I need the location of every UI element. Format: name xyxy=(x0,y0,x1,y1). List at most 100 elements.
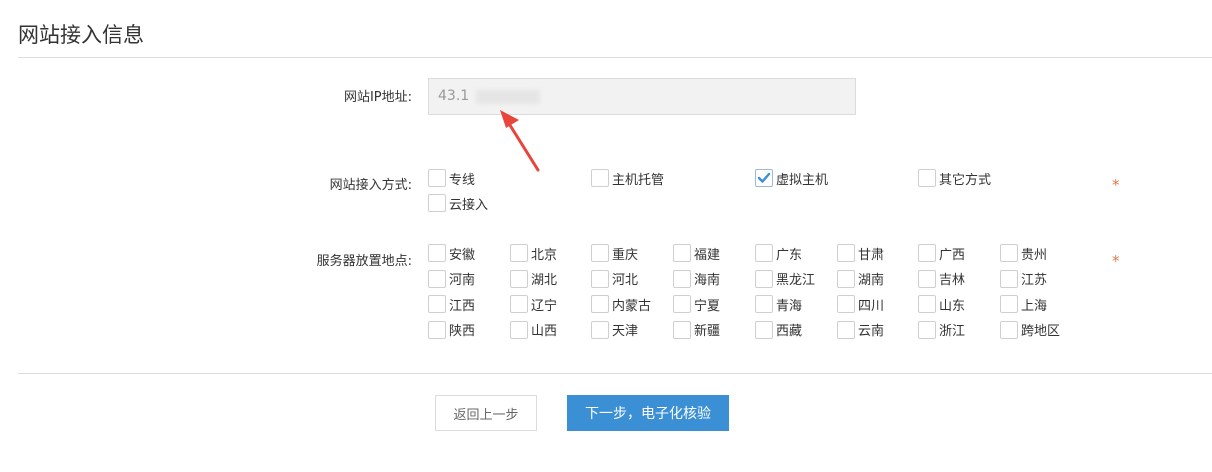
checkbox[interactable] xyxy=(755,269,773,288)
checkbox[interactable] xyxy=(755,244,773,262)
option-location-20[interactable]: 青海 xyxy=(755,293,802,315)
option-location-9[interactable]: 湖北 xyxy=(510,268,557,290)
website-access-info-page: 网站接入信息 网站IP地址: 43.1 网站接入方式: 专线 主机托管 虚拟主机 其它… xyxy=(0,0,1212,472)
access-method-required-mark: * xyxy=(1112,176,1120,194)
checkbox[interactable] xyxy=(837,320,855,339)
checkbox[interactable] xyxy=(837,244,855,262)
back-button[interactable]: 返回上一步 xyxy=(435,395,537,431)
checkbox[interactable] xyxy=(1000,295,1018,313)
server-location-label: 服务器放置地点: xyxy=(316,254,412,269)
next-step-verify-button[interactable]: 下一步，电子化核验 xyxy=(567,395,729,431)
checkbox[interactable] xyxy=(428,269,446,288)
checkbox[interactable] xyxy=(755,320,773,339)
option-label: 北京 xyxy=(531,247,558,263)
option-access-3[interactable]: 其它方式 xyxy=(918,167,991,189)
option-label: 主机托管 xyxy=(612,172,665,188)
option-label: 云接入 xyxy=(449,197,489,213)
checkbox[interactable] xyxy=(510,269,528,288)
option-label: 上海 xyxy=(1021,298,1048,314)
checkbox[interactable] xyxy=(755,169,773,187)
checkbox[interactable] xyxy=(428,295,446,313)
access-method-label: 网站接入方式: xyxy=(329,178,412,193)
option-location-22[interactable]: 山东 xyxy=(918,293,965,315)
ip-address-value: 43.1 xyxy=(438,88,470,104)
checkbox[interactable] xyxy=(918,295,936,313)
option-location-12[interactable]: 黑龙江 xyxy=(755,268,815,290)
checkbox[interactable] xyxy=(918,320,936,339)
option-location-2[interactable]: 重庆 xyxy=(591,242,638,264)
option-access-4[interactable]: 云接入 xyxy=(428,192,488,214)
option-label: 重庆 xyxy=(612,247,639,263)
option-location-10[interactable]: 河北 xyxy=(591,268,638,290)
ip-label: 网站IP地址: xyxy=(343,90,412,105)
checkbox[interactable] xyxy=(510,320,528,339)
option-location-1[interactable]: 北京 xyxy=(510,242,557,264)
option-location-3[interactable]: 福建 xyxy=(673,242,720,264)
option-location-26[interactable]: 天津 xyxy=(591,319,638,341)
option-location-7[interactable]: 贵州 xyxy=(1000,242,1047,264)
checkbox[interactable] xyxy=(591,244,609,262)
checkbox[interactable] xyxy=(755,295,773,313)
option-access-1[interactable]: 主机托管 xyxy=(591,167,664,189)
checkbox[interactable] xyxy=(837,269,855,288)
option-label: 专线 xyxy=(449,172,476,188)
option-location-19[interactable]: 宁夏 xyxy=(673,293,720,315)
option-location-15[interactable]: 江苏 xyxy=(1000,268,1047,290)
checkbox[interactable] xyxy=(428,244,446,262)
option-location-5[interactable]: 甘肃 xyxy=(837,242,884,264)
checkbox[interactable] xyxy=(591,320,609,339)
option-location-6[interactable]: 广西 xyxy=(918,242,965,264)
checkbox[interactable] xyxy=(918,244,936,262)
checkbox[interactable] xyxy=(673,295,691,313)
option-location-31[interactable]: 跨地区 xyxy=(1000,319,1060,341)
checkbox[interactable] xyxy=(428,194,446,212)
option-access-2[interactable]: 虚拟主机 xyxy=(755,167,828,189)
option-location-13[interactable]: 湖南 xyxy=(837,268,884,290)
option-label: 湖南 xyxy=(858,273,885,288)
option-label: 山西 xyxy=(531,324,558,339)
option-location-27[interactable]: 新疆 xyxy=(673,319,720,341)
option-label: 广东 xyxy=(776,247,803,263)
checkbox[interactable] xyxy=(591,269,609,288)
option-location-29[interactable]: 云南 xyxy=(837,319,884,341)
checkbox[interactable] xyxy=(428,169,446,187)
checkbox[interactable] xyxy=(1000,269,1018,288)
checkbox[interactable] xyxy=(510,244,528,262)
section-title: 网站接入信息 xyxy=(18,23,144,47)
checkbox[interactable] xyxy=(1000,244,1018,262)
option-location-28[interactable]: 西藏 xyxy=(755,319,802,341)
checkbox[interactable] xyxy=(510,295,528,313)
checkbox[interactable] xyxy=(673,320,691,339)
option-label: 其它方式 xyxy=(939,172,992,188)
checkbox[interactable] xyxy=(918,269,936,288)
option-location-16[interactable]: 江西 xyxy=(428,293,475,315)
option-location-11[interactable]: 海南 xyxy=(673,268,720,290)
option-label: 跨地区 xyxy=(1021,324,1061,339)
checkbox[interactable] xyxy=(673,269,691,288)
checkbox[interactable] xyxy=(918,169,936,187)
option-location-8[interactable]: 河南 xyxy=(428,268,475,290)
option-label: 宁夏 xyxy=(694,298,721,314)
checkbox[interactable] xyxy=(837,295,855,313)
checkbox[interactable] xyxy=(1000,320,1018,339)
option-label: 河北 xyxy=(612,273,639,288)
checkbox[interactable] xyxy=(591,295,609,313)
option-location-24[interactable]: 陕西 xyxy=(428,319,475,341)
option-label: 广西 xyxy=(939,247,966,263)
option-label: 贵州 xyxy=(1021,247,1048,263)
checkbox[interactable] xyxy=(673,244,691,262)
option-location-30[interactable]: 浙江 xyxy=(918,319,965,341)
ip-redaction-blur xyxy=(476,90,540,104)
option-location-25[interactable]: 山西 xyxy=(510,319,557,341)
option-access-0[interactable]: 专线 xyxy=(428,167,475,189)
option-location-0[interactable]: 安徽 xyxy=(428,242,475,264)
option-location-23[interactable]: 上海 xyxy=(1000,293,1047,315)
option-location-14[interactable]: 吉林 xyxy=(918,268,965,290)
option-location-4[interactable]: 广东 xyxy=(755,242,802,264)
option-location-17[interactable]: 辽宁 xyxy=(510,293,557,315)
option-location-21[interactable]: 四川 xyxy=(837,293,884,315)
checkbox[interactable] xyxy=(591,169,609,187)
option-location-18[interactable]: 内蒙古 xyxy=(591,293,651,315)
option-label: 山东 xyxy=(939,298,966,314)
checkbox[interactable] xyxy=(428,320,446,339)
